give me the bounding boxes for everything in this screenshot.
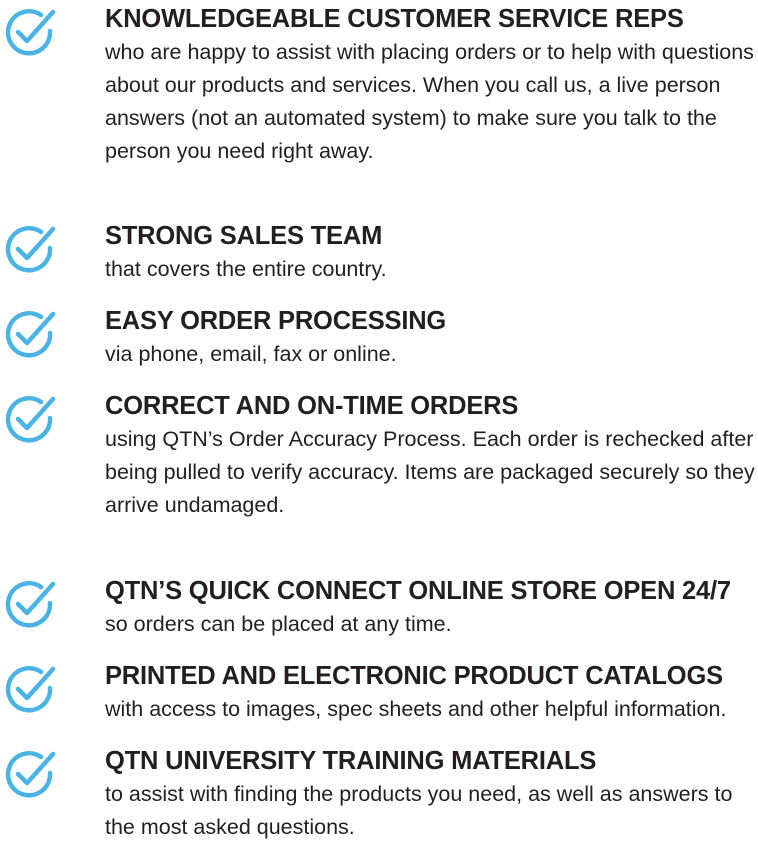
feature-heading: EASY ORDER PROCESSING	[105, 307, 447, 335]
circle-check-icon	[0, 391, 58, 443]
feature-heading: CORRECT AND ON-TIME ORDERS	[105, 392, 519, 420]
feature-description: using QTN’s Order Accuracy Process. Each…	[105, 427, 755, 517]
feature-description: with access to images, spec sheets and o…	[105, 697, 727, 721]
circle-check-icon	[0, 221, 58, 273]
feature-description: via phone, email, fax or online.	[105, 342, 397, 366]
feature-heading: STRONG SALES TEAM	[105, 222, 383, 250]
circle-check-icon	[0, 4, 58, 56]
feature-heading: PRINTED AND ELECTRONIC PRODUCT CATALOGS	[105, 662, 723, 690]
feature-description: who are happy to assist with placing ord…	[105, 40, 754, 163]
circle-check-icon	[0, 576, 58, 628]
circle-check-icon	[0, 661, 58, 713]
feature-description: to assist with finding the products you …	[105, 782, 733, 839]
circle-check-icon	[0, 746, 58, 798]
feature-description: that covers the entire country.	[105, 257, 387, 281]
feature-heading: QTN UNIVERSITY TRAINING MATERIALS	[105, 747, 597, 775]
circle-check-icon	[0, 306, 58, 358]
feature-description: so orders can be placed at any time.	[105, 612, 452, 636]
feature-heading: QTN’S QUICK CONNECT ONLINE STORE OPEN 24…	[105, 577, 731, 605]
feature-heading: KNOWLEDGEABLE CUSTOMER SERVICE REPS	[105, 5, 684, 33]
feature-list: KNOWLEDGEABLE CUSTOMER SERVICE REPS who …	[0, 0, 758, 858]
